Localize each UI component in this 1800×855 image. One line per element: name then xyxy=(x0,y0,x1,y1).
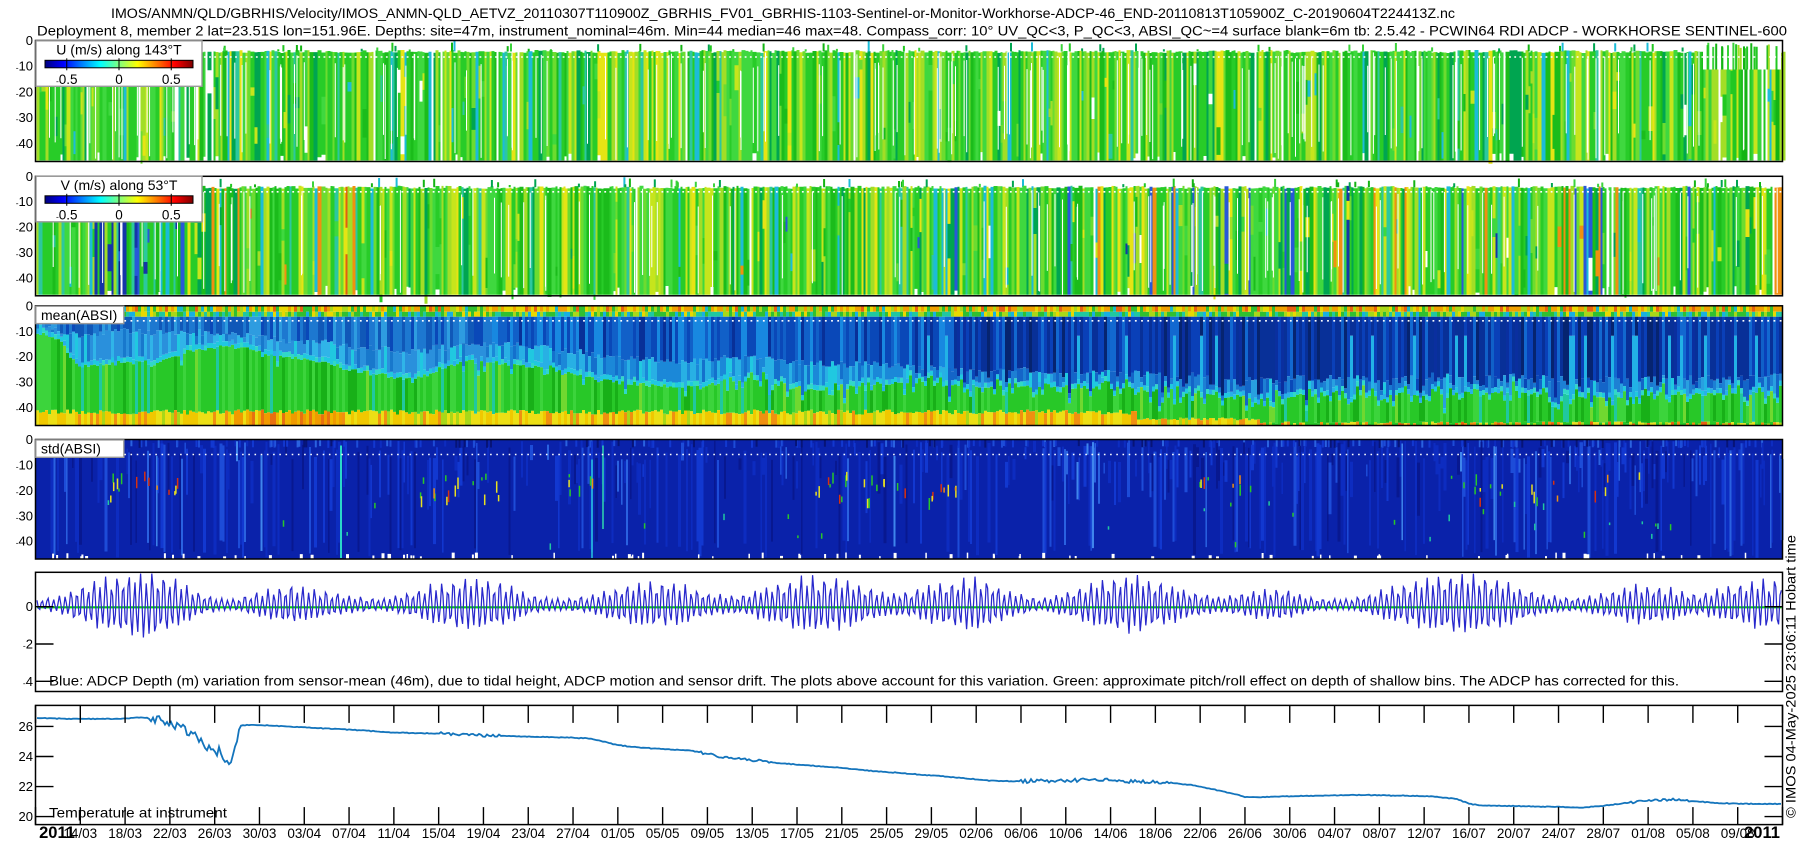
svg-text:22: 22 xyxy=(19,779,33,794)
svg-text:-0.5: -0.5 xyxy=(56,72,78,87)
svg-text:0.5: 0.5 xyxy=(162,72,181,87)
svg-text:08/07: 08/07 xyxy=(1362,826,1396,841)
svg-text:0: 0 xyxy=(26,432,33,447)
svg-text:-20: -20 xyxy=(16,349,33,364)
svg-text:20: 20 xyxy=(19,809,33,824)
svg-text:V (m/s) along 53°T: V (m/s) along 53°T xyxy=(61,177,178,193)
svg-text:0: 0 xyxy=(26,33,33,48)
svg-text:-10: -10 xyxy=(16,59,33,74)
svg-text:-10: -10 xyxy=(16,324,33,339)
svg-text:11/04: 11/04 xyxy=(377,826,410,841)
svg-text:IMOS/ANMN/QLD/GBRHIS/Velocity/: IMOS/ANMN/QLD/GBRHIS/Velocity/IMOS_ANMN-… xyxy=(111,6,1455,21)
svg-text:-40: -40 xyxy=(16,400,33,415)
svg-text:14/06: 14/06 xyxy=(1094,826,1128,841)
svg-text:-10: -10 xyxy=(16,194,33,209)
svg-text:0: 0 xyxy=(26,298,33,313)
svg-text:18/06: 18/06 xyxy=(1138,826,1172,841)
svg-text:02/06: 02/06 xyxy=(959,826,993,841)
svg-text:30/06: 30/06 xyxy=(1273,826,1307,841)
svg-text:0: 0 xyxy=(26,169,33,184)
svg-text:mean(ABSI): mean(ABSI) xyxy=(41,307,117,323)
svg-text:2011: 2011 xyxy=(1744,824,1780,842)
svg-text:28/07: 28/07 xyxy=(1586,826,1620,841)
svg-text:24/07: 24/07 xyxy=(1542,826,1576,841)
svg-text:-20: -20 xyxy=(16,483,33,498)
svg-text:01/05: 01/05 xyxy=(601,826,635,841)
svg-text:09/05: 09/05 xyxy=(691,826,725,841)
svg-text:-40: -40 xyxy=(16,271,33,286)
svg-text:22/06: 22/06 xyxy=(1183,826,1217,841)
svg-text:20/07: 20/07 xyxy=(1497,826,1531,841)
svg-text:03/04: 03/04 xyxy=(287,826,321,841)
svg-text:2011: 2011 xyxy=(39,824,75,842)
svg-text:22/03: 22/03 xyxy=(153,826,187,841)
svg-text:05/08: 05/08 xyxy=(1676,826,1710,841)
svg-text:-10: -10 xyxy=(16,457,33,472)
svg-text:26/06: 26/06 xyxy=(1228,826,1262,841)
svg-text:15/04: 15/04 xyxy=(422,826,456,841)
svg-text:10/06: 10/06 xyxy=(1049,826,1083,841)
svg-text:23/04: 23/04 xyxy=(511,826,545,841)
svg-text:0.5: 0.5 xyxy=(162,207,181,222)
svg-text:0: 0 xyxy=(115,72,123,87)
svg-text:19/04: 19/04 xyxy=(467,826,501,841)
svg-text:-0.5: -0.5 xyxy=(56,207,78,222)
svg-text:13/05: 13/05 xyxy=(735,826,769,841)
svg-text:-30: -30 xyxy=(16,245,33,260)
svg-text:-20: -20 xyxy=(16,220,33,235)
svg-text:-40: -40 xyxy=(16,136,33,151)
svg-text:Temperature at instrument: Temperature at instrument xyxy=(49,805,227,821)
svg-text:U (m/s) along 143°T: U (m/s) along 143°T xyxy=(56,42,182,58)
svg-text:Blue: ADCP Depth (m) variation: Blue: ADCP Depth (m) variation from sens… xyxy=(49,674,1679,689)
svg-text:-20: -20 xyxy=(16,84,33,99)
svg-text:05/05: 05/05 xyxy=(646,826,680,841)
svg-text:Deployment 8, member 2 lat=23.: Deployment 8, member 2 lat=23.51S lon=15… xyxy=(37,24,1787,39)
svg-text:18/03: 18/03 xyxy=(108,826,142,841)
svg-text:21/05: 21/05 xyxy=(825,826,859,841)
svg-text:12/07: 12/07 xyxy=(1407,826,1441,841)
svg-text:04/07: 04/07 xyxy=(1318,826,1352,841)
svg-text:27/04: 27/04 xyxy=(556,826,590,841)
svg-text:-30: -30 xyxy=(16,508,33,523)
svg-text:24: 24 xyxy=(19,749,33,764)
svg-text:06/06: 06/06 xyxy=(1004,826,1038,841)
svg-text:17/05: 17/05 xyxy=(780,826,814,841)
svg-text:25/05: 25/05 xyxy=(870,826,904,841)
svg-text:26: 26 xyxy=(19,719,33,734)
svg-text:30/03: 30/03 xyxy=(243,826,277,841)
svg-text:07/04: 07/04 xyxy=(332,826,366,841)
svg-text:0: 0 xyxy=(26,599,33,614)
svg-text:01/08: 01/08 xyxy=(1631,826,1665,841)
svg-text:-30: -30 xyxy=(16,110,33,125)
svg-text:29/05: 29/05 xyxy=(914,826,948,841)
svg-text:0: 0 xyxy=(115,207,123,222)
svg-text:-40: -40 xyxy=(16,534,33,549)
svg-text:26/03: 26/03 xyxy=(198,826,232,841)
svg-text:© IMOS 04-May-2025 23:06:11 Ho: © IMOS 04-May-2025 23:06:11 Hobart time xyxy=(1784,535,1799,818)
svg-text:16/07: 16/07 xyxy=(1452,826,1486,841)
svg-text:std(ABSI): std(ABSI) xyxy=(41,441,101,457)
svg-text:-30: -30 xyxy=(16,375,33,390)
